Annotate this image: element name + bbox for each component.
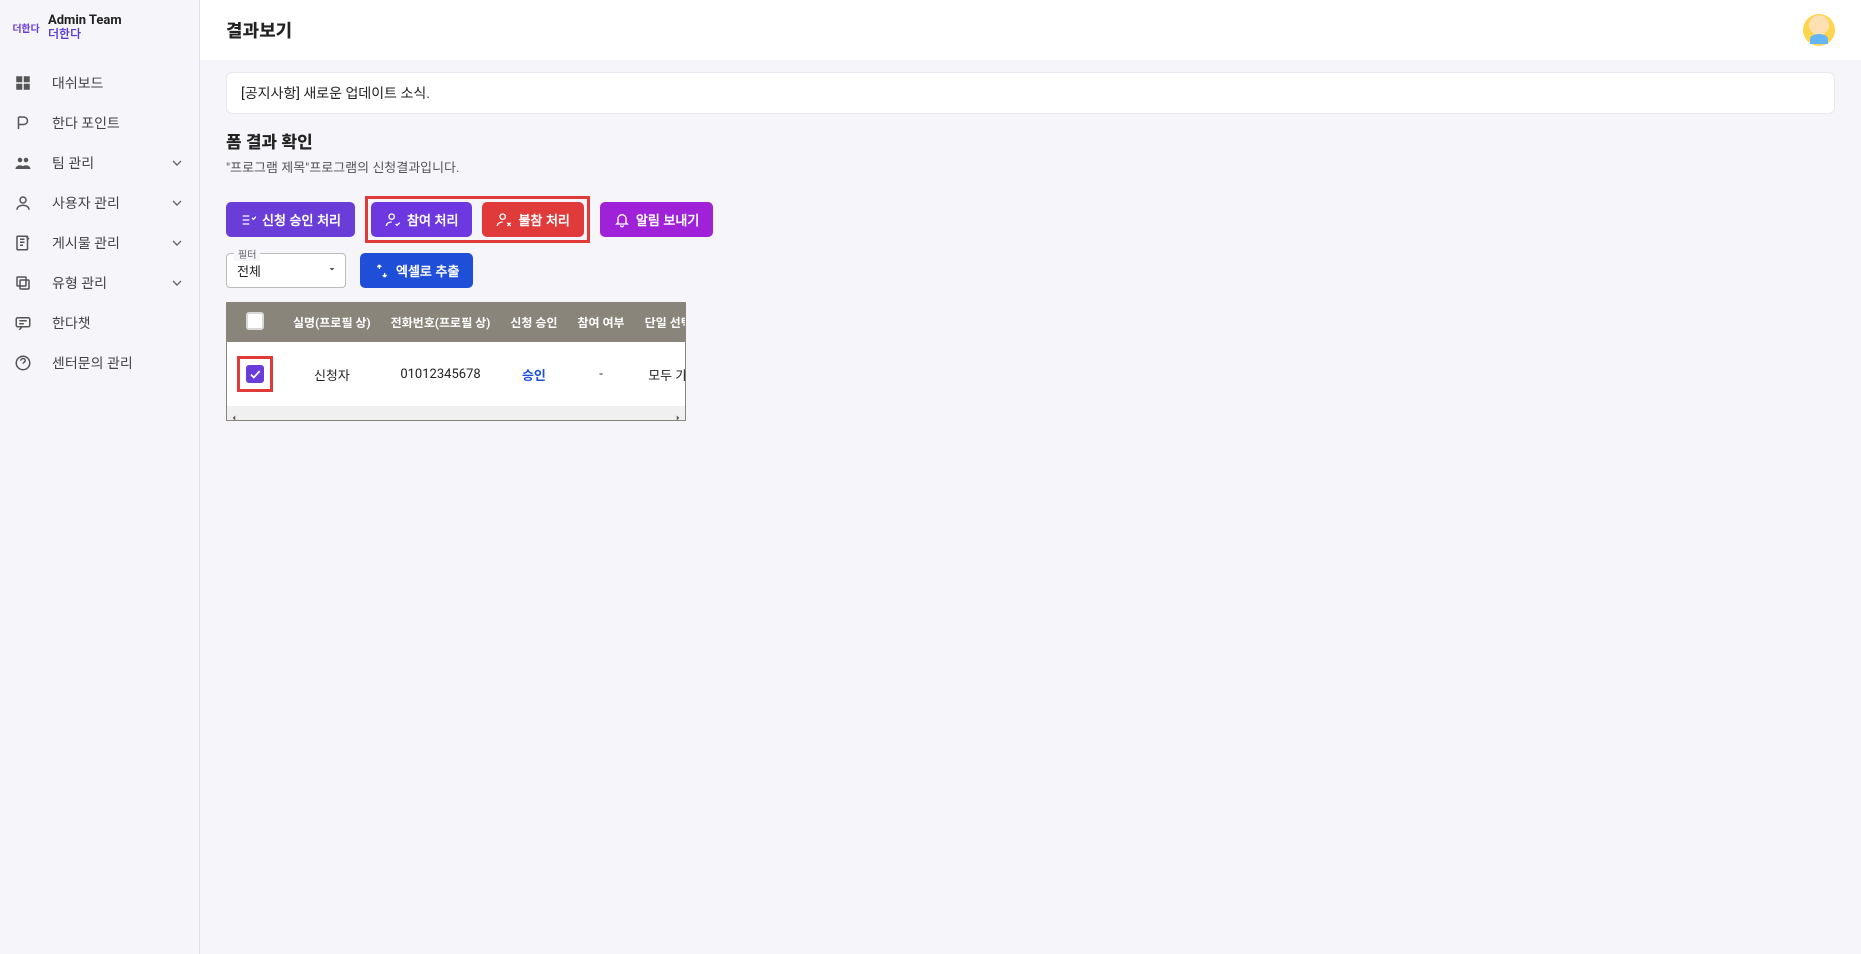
sidebar-item-chat[interactable]: 한다챗: [0, 303, 199, 343]
table-row: 신청자 01012345678 승인 - 모두 가능: [227, 342, 686, 406]
notice-banner[interactable]: [공지사항] 새로운 업데이트 소식.: [226, 72, 1835, 114]
copy-icon: [14, 274, 32, 292]
filter-row: 필터 전체 엑셀로 추출: [226, 253, 1835, 288]
user-check-icon: [385, 212, 401, 228]
horizontal-scrollbar[interactable]: [227, 406, 685, 420]
sidebar-header: 더한다 Admin Team 더한다: [0, 0, 199, 55]
scroll-right-icon: [673, 408, 683, 418]
approve-button[interactable]: 신청 승인 처리: [226, 202, 355, 237]
sidebar-item-type[interactable]: 유형 관리: [0, 263, 199, 303]
action-button-row: 신청 승인 처리 참여 처리 불참 처리 알림 보내기: [226, 196, 1835, 243]
team-sub: 더한다: [48, 28, 122, 41]
sidebar-item-label: 팀 관리: [52, 153, 149, 173]
cell-name: 신청자: [283, 342, 381, 406]
button-label: 알림 보내기: [636, 210, 699, 229]
sidebar-item-label: 한다 포인트: [52, 113, 185, 133]
chevron-down-icon: [169, 235, 185, 251]
sidebar-item-label: 게시물 관리: [52, 233, 149, 253]
results-table: 실명(프로필 상) 전화번호(프로필 상) 신청 승인 참여 여부 단일 선택형: [227, 303, 686, 406]
user-x-icon: [496, 212, 512, 228]
export-excel-button[interactable]: 엑셀로 추출: [360, 253, 473, 288]
chevron-down-icon: [169, 155, 185, 171]
content: [공지사항] 새로운 업데이트 소식. 폼 결과 확인 "프로그램 제목"프로그…: [200, 60, 1861, 447]
check-icon: [248, 367, 262, 381]
table-header: 참여 여부: [568, 303, 635, 342]
filter-label: 필터: [234, 246, 260, 261]
team-name: Admin Team: [48, 14, 122, 28]
avatar[interactable]: [1803, 14, 1835, 46]
button-label: 불참 처리: [518, 210, 569, 229]
sidebar-item-user[interactable]: 사용자 관리: [0, 183, 199, 223]
cell-attendance: -: [568, 342, 635, 406]
filter-select-wrapper: 필터 전체: [226, 253, 346, 288]
export-icon: [374, 263, 390, 279]
topbar: 결과보기: [200, 0, 1861, 60]
chat-icon: [14, 314, 32, 332]
sidebar-item-label: 대쉬보드: [52, 73, 185, 93]
sidebar: 더한다 Admin Team 더한다 대쉬보드 한다 포인트 팀 관리: [0, 0, 200, 954]
attend-button[interactable]: 참여 처리: [371, 202, 472, 237]
sidebar-item-label: 유형 관리: [52, 273, 149, 293]
sidebar-item-inquiry[interactable]: 센터문의 관리: [0, 343, 199, 383]
row-checkbox-cell: [227, 342, 283, 406]
button-label: 신청 승인 처리: [262, 210, 341, 229]
caret-down-icon: [326, 263, 338, 279]
section-title: 폼 결과 확인: [226, 128, 1835, 153]
select-all-checkbox[interactable]: [246, 312, 264, 330]
table-header: 단일 선택형: [635, 303, 686, 342]
table-header-row: 실명(프로필 상) 전화번호(프로필 상) 신청 승인 참여 여부 단일 선택형: [227, 303, 686, 342]
notify-button[interactable]: 알림 보내기: [600, 202, 713, 237]
post-icon: [14, 234, 32, 252]
cell-approval: 승인: [500, 342, 567, 406]
table-header: 전화번호(프로필 상): [381, 303, 501, 342]
sidebar-item-label: 사용자 관리: [52, 193, 149, 213]
sidebar-item-team[interactable]: 팀 관리: [0, 143, 199, 183]
cell-single-choice: 모두 가능: [635, 342, 686, 406]
dashboard-icon: [14, 74, 32, 92]
chevron-down-icon: [169, 195, 185, 211]
logo: 더한다: [12, 19, 40, 37]
table-header-checkbox: [227, 303, 283, 342]
row-checkbox[interactable]: [246, 365, 264, 383]
approval-link[interactable]: 승인: [522, 369, 546, 384]
bell-icon: [614, 212, 630, 228]
main: 결과보기 [공지사항] 새로운 업데이트 소식. 폼 결과 확인 "프로그램 제…: [200, 0, 1861, 954]
absent-button[interactable]: 불참 처리: [482, 202, 583, 237]
user-icon: [14, 194, 32, 212]
highlight-group-annotation: 참여 처리 불참 처리: [365, 196, 590, 243]
cell-phone: 01012345678: [381, 342, 501, 406]
chevron-down-icon: [169, 275, 185, 291]
team-icon: [14, 154, 32, 172]
help-icon: [14, 354, 32, 372]
table-header: 신청 승인: [500, 303, 567, 342]
section-subtitle: "프로그램 제목"프로그램의 신청결과입니다.: [226, 157, 1835, 176]
sidebar-item-label: 센터문의 관리: [52, 353, 185, 373]
notice-text: [공지사항] 새로운 업데이트 소식.: [241, 86, 430, 102]
list-check-icon: [240, 212, 256, 228]
highlight-checkbox-annotation: [237, 356, 273, 392]
nav: 대쉬보드 한다 포인트 팀 관리 사용자 관리 게시물 관리: [0, 55, 199, 391]
scroll-left-icon: [229, 408, 239, 418]
button-label: 참여 처리: [407, 210, 458, 229]
point-icon: [14, 114, 32, 132]
sidebar-item-dashboard[interactable]: 대쉬보드: [0, 63, 199, 103]
sidebar-item-label: 한다챗: [52, 313, 185, 333]
table-header: 실명(프로필 상): [283, 303, 381, 342]
sidebar-item-post[interactable]: 게시물 관리: [0, 223, 199, 263]
page-title: 결과보기: [226, 17, 292, 43]
team-info: Admin Team 더한다: [48, 14, 122, 41]
filter-value: 전체: [237, 261, 261, 280]
results-table-wrap: 실명(프로필 상) 전화번호(프로필 상) 신청 승인 참여 여부 단일 선택형: [226, 302, 686, 421]
sidebar-item-points[interactable]: 한다 포인트: [0, 103, 199, 143]
button-label: 엑셀로 추출: [396, 261, 459, 280]
